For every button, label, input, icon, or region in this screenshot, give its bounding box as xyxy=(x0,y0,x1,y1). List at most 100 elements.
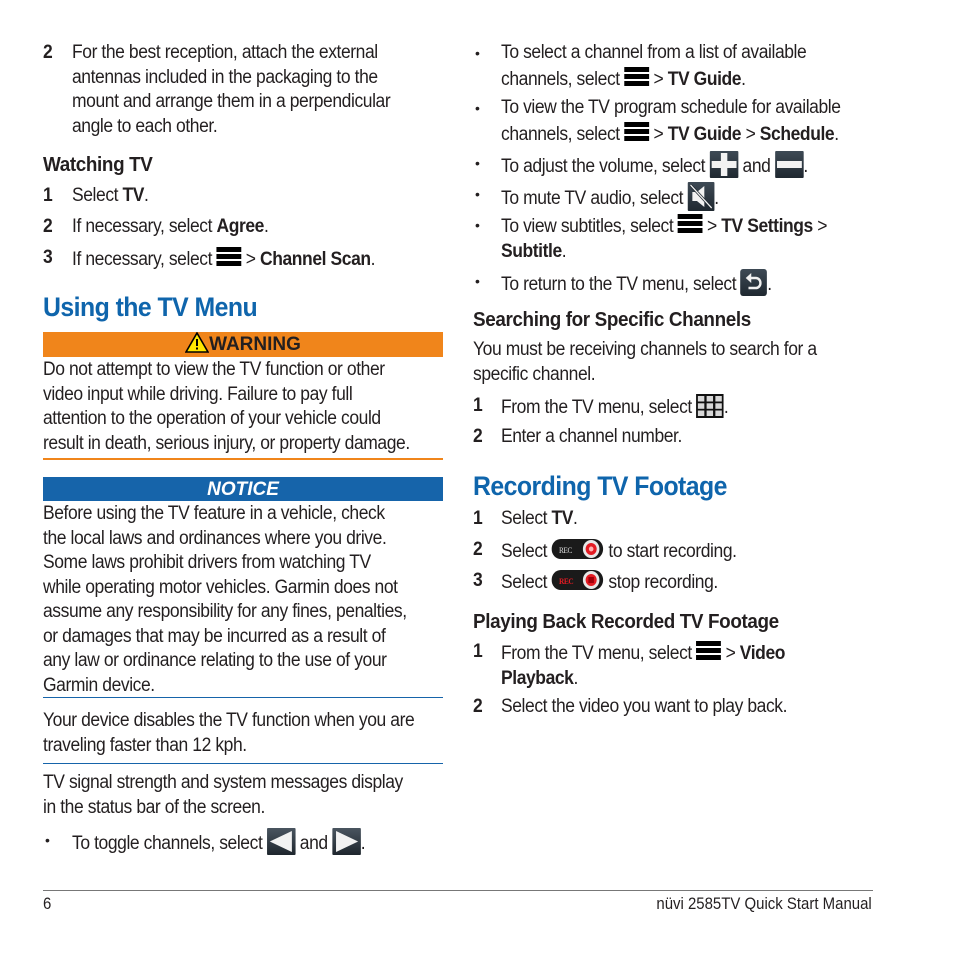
step-text: Enter a channel number. xyxy=(501,426,682,447)
arrow-left-icon xyxy=(269,831,292,852)
step-text: From the TV menu, select . xyxy=(501,394,729,421)
step-number: 2 xyxy=(473,696,483,717)
bullet-text: To mute TV audio, select . xyxy=(501,182,719,212)
menu-icon xyxy=(677,213,703,235)
text-line: To select a channel from a list of avail… xyxy=(501,42,807,63)
speed-limit-note: Your device disables the TV function whe… xyxy=(43,709,415,758)
ui-term: Subtitle xyxy=(501,240,562,262)
warning-divider xyxy=(43,458,443,460)
bullet-text: To adjust the volume, select and . xyxy=(501,151,808,180)
volume-down-icon xyxy=(774,151,804,178)
text-line: in the status bar of the screen. xyxy=(43,796,265,818)
text: . xyxy=(360,833,366,854)
plus-icon xyxy=(711,153,737,176)
text: . xyxy=(573,508,578,529)
warning-label: WARNING xyxy=(209,334,301,355)
menu-icon xyxy=(624,66,650,88)
record-stop-icon: REC xyxy=(551,569,604,591)
step-number: 2 xyxy=(43,216,53,237)
bullet: • xyxy=(45,832,50,848)
text-line: Garmin device. xyxy=(43,674,155,696)
back-arrow-icon xyxy=(746,273,762,290)
text-line: antennas included in the packaging to th… xyxy=(72,66,378,88)
text: . xyxy=(723,397,729,418)
text: From the TV menu, select xyxy=(501,643,697,664)
text: If necessary, select xyxy=(72,216,217,237)
text: To mute TV audio, select xyxy=(501,188,688,209)
text: channels, select xyxy=(501,123,625,145)
step-text: Select TV. xyxy=(501,507,578,532)
text-line: For the best reception, attach the exter… xyxy=(72,42,378,63)
menu-icon xyxy=(216,246,242,268)
text: Select xyxy=(501,572,552,593)
warning-text: Do not attempt to view the TV function o… xyxy=(43,358,410,456)
ui-term: Playback xyxy=(501,667,574,689)
ui-term: TV Settings xyxy=(721,216,813,237)
step-text: From the TV menu, select > Video Playbac… xyxy=(501,640,785,691)
text: > xyxy=(241,249,261,270)
text: and xyxy=(738,156,775,177)
text-line: while operating motor vehicles. Garmin d… xyxy=(43,576,398,598)
bullet-text: To return to the TV menu, select . xyxy=(501,269,772,298)
text-line: TV signal strength and system messages d… xyxy=(43,772,403,793)
text: channels, select xyxy=(501,68,625,90)
ui-term: Agree xyxy=(216,216,264,237)
text: > xyxy=(702,216,722,237)
menu-icon xyxy=(624,121,650,143)
text: . xyxy=(561,240,567,262)
notice-text: Before using the TV feature in a vehicle… xyxy=(43,502,407,698)
text-line: assume any responsibility for any fines,… xyxy=(43,601,407,622)
manual-title: nüvi 2585TV Quick Start Manual xyxy=(656,894,872,913)
warning-triangle-icon xyxy=(185,332,210,353)
rec-stop-button-icon: REC xyxy=(551,570,604,590)
step-number: 3 xyxy=(43,247,53,268)
step-text: Select REC stop recording. xyxy=(501,569,718,596)
ui-term: TV xyxy=(551,508,574,529)
step-number: 1 xyxy=(473,641,483,662)
arrow-right-icon xyxy=(335,831,358,852)
bullet-text: To view the TV program schedule for avai… xyxy=(501,96,841,147)
recording-title: Recording TV Footage xyxy=(473,471,727,501)
text: and xyxy=(295,833,333,854)
minus-icon xyxy=(776,161,802,168)
text: . xyxy=(573,667,578,689)
text: > xyxy=(721,643,740,664)
step-text: Select REC to start recording. xyxy=(501,538,737,565)
step-text: Select the video you want to play back. xyxy=(501,696,788,717)
text: Select xyxy=(72,185,123,206)
text: Select xyxy=(501,508,552,529)
ui-term: Channel Scan xyxy=(260,249,371,270)
text: If necessary, select xyxy=(72,249,217,270)
text-line: any law or ordinance relating to the use… xyxy=(43,650,387,671)
text-line: mount and arrange them in a perpendicula… xyxy=(72,91,391,112)
search-heading: Searching for Specific Channels xyxy=(473,308,751,331)
text: From the TV menu, select xyxy=(501,397,697,418)
text-line: Your device disables the TV function whe… xyxy=(43,710,415,731)
text: To return to the TV menu, select xyxy=(501,274,741,295)
text-line: specific channel. xyxy=(473,363,596,385)
text-line: Subtitle. xyxy=(501,240,827,265)
bullet: • xyxy=(475,45,480,61)
ui-term: TV Guide xyxy=(667,68,742,90)
next-channel-icon xyxy=(332,828,361,855)
text-line: the local laws and ordinances where you … xyxy=(43,527,387,549)
text: > xyxy=(649,123,668,145)
text-line: angle to each other. xyxy=(72,115,218,137)
note-divider xyxy=(43,763,443,764)
text: To view subtitles, select xyxy=(501,216,678,237)
footer-divider xyxy=(43,890,873,891)
step-number: 1 xyxy=(43,185,53,206)
ui-term: Schedule xyxy=(759,123,835,145)
bullet: • xyxy=(475,273,480,289)
back-button-icon xyxy=(740,269,768,296)
text-line: Before using the TV feature in a vehicle… xyxy=(43,503,385,524)
mute-icon xyxy=(689,183,713,210)
text-line: or damages that may be incurred as a res… xyxy=(43,625,386,647)
text-line: To view the TV program schedule for avai… xyxy=(501,97,841,118)
ui-term: Video xyxy=(739,643,786,664)
bullet-text: To toggle channels, select and . xyxy=(72,828,366,857)
mute-button-icon xyxy=(687,182,715,211)
step-number: 3 xyxy=(473,570,483,591)
warning-banner: WARNING xyxy=(43,332,443,357)
page-number: 6 xyxy=(43,894,52,913)
